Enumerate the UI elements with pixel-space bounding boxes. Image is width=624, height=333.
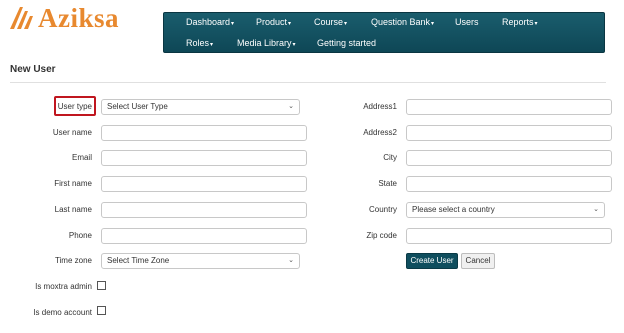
email-label: Email bbox=[71, 153, 92, 162]
nav-getting-started[interactable]: Getting started bbox=[317, 38, 376, 48]
nav-dashboard[interactable]: Dashboard▾ bbox=[186, 17, 234, 27]
brand-logo[interactable]: Aziksa bbox=[8, 3, 119, 33]
user-type-select[interactable]: Select User Type ⌄ bbox=[101, 99, 300, 115]
caret-down-icon: ▾ bbox=[534, 21, 538, 27]
address2-label: Address2 bbox=[363, 128, 397, 137]
demo-account-label: Is demo account bbox=[33, 308, 92, 317]
state-label: State bbox=[378, 179, 397, 188]
user-name-input[interactable] bbox=[101, 125, 307, 141]
nav-media-library[interactable]: Media Library▾ bbox=[237, 38, 296, 48]
phone-input[interactable] bbox=[101, 228, 307, 244]
user-name-label: User name bbox=[52, 128, 92, 137]
nav-roles[interactable]: Roles▾ bbox=[186, 38, 213, 48]
create-user-button[interactable]: Create User bbox=[406, 253, 458, 269]
time-zone-select[interactable]: Select Time Zone ⌄ bbox=[101, 253, 300, 269]
brand-name: Aziksa bbox=[38, 3, 120, 33]
main-navbar: Dashboard▾ Product▾ Course▾ Question Ban… bbox=[163, 12, 605, 53]
chevron-down-icon: ⌄ bbox=[288, 103, 294, 110]
page-title: New User bbox=[10, 64, 56, 75]
address1-label: Address1 bbox=[363, 102, 397, 111]
chevron-down-icon: ⌄ bbox=[288, 257, 294, 264]
last-name-label: Last name bbox=[54, 205, 92, 214]
time-zone-label: Time zone bbox=[54, 256, 92, 265]
nav-question-bank[interactable]: Question Bank▾ bbox=[371, 17, 434, 27]
first-name-label: First name bbox=[54, 179, 92, 188]
address2-input[interactable] bbox=[406, 125, 612, 141]
nav-reports[interactable]: Reports▾ bbox=[502, 17, 538, 27]
moxtra-admin-checkbox[interactable] bbox=[97, 281, 106, 290]
phone-label: Phone bbox=[68, 231, 92, 240]
divider bbox=[10, 82, 606, 83]
nav-course[interactable]: Course▾ bbox=[314, 17, 347, 27]
user-type-label: User type bbox=[57, 102, 92, 111]
nav-product[interactable]: Product▾ bbox=[256, 17, 291, 27]
caret-down-icon: ▾ bbox=[292, 42, 296, 48]
caret-down-icon: ▾ bbox=[431, 21, 435, 27]
logo-icon bbox=[10, 7, 33, 29]
address1-input[interactable] bbox=[406, 99, 612, 115]
state-input[interactable] bbox=[406, 176, 612, 192]
moxtra-admin-label: Is moxtra admin bbox=[35, 282, 92, 291]
email-input[interactable] bbox=[101, 150, 307, 166]
last-name-input[interactable] bbox=[101, 202, 307, 218]
caret-down-icon: ▾ bbox=[344, 21, 348, 27]
demo-account-checkbox[interactable] bbox=[97, 306, 106, 315]
country-label: Country bbox=[368, 205, 397, 214]
caret-down-icon: ▾ bbox=[210, 42, 214, 48]
caret-down-icon: ▾ bbox=[231, 21, 235, 27]
country-select[interactable]: Please select a country ⌄ bbox=[406, 202, 605, 218]
zip-code-label: Zip code bbox=[366, 231, 397, 240]
caret-down-icon: ▾ bbox=[288, 21, 292, 27]
city-input[interactable] bbox=[406, 150, 612, 166]
zip-code-input[interactable] bbox=[406, 228, 612, 244]
first-name-input[interactable] bbox=[101, 176, 307, 192]
cancel-button[interactable]: Cancel bbox=[461, 253, 495, 269]
chevron-down-icon: ⌄ bbox=[593, 206, 599, 213]
city-label: City bbox=[383, 153, 397, 162]
nav-users[interactable]: Users bbox=[455, 17, 479, 27]
